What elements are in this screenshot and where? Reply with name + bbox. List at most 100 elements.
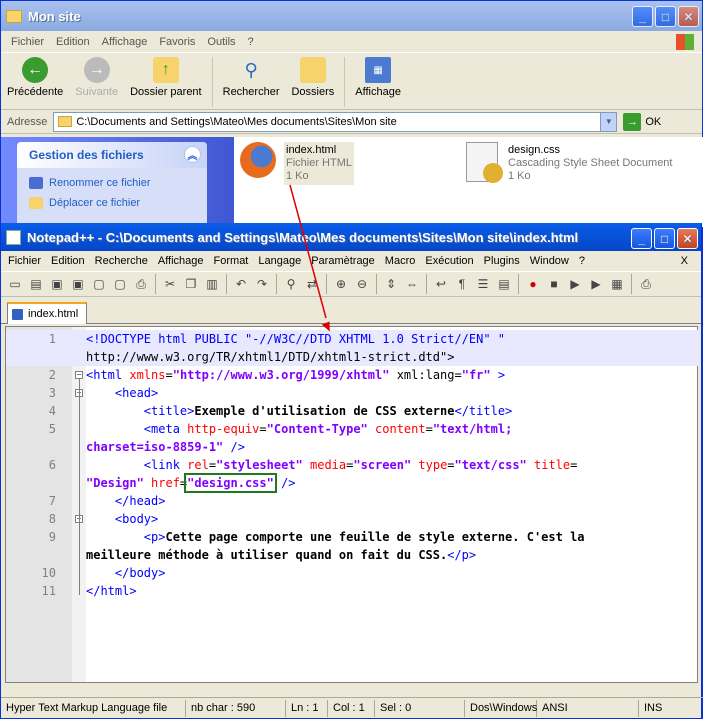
menu-item[interactable]: ? xyxy=(574,255,590,267)
menu-item[interactable]: Paramètrage xyxy=(306,255,380,267)
address-label: Adresse xyxy=(7,115,48,128)
zoom-in-icon[interactable]: ⊕ xyxy=(331,274,351,294)
copy-icon[interactable]: ❐ xyxy=(181,274,201,294)
menu-item[interactable]: Window xyxy=(525,255,574,267)
sync-h-icon[interactable]: ⇔ xyxy=(402,274,422,294)
menu-item[interactable]: ? xyxy=(242,36,260,48)
address-input[interactable]: C:\Documents and Settings\Mateo\Mes docu… xyxy=(53,111,618,132)
fold-toggle-icon[interactable]: − xyxy=(75,371,83,379)
code-text: </html> xyxy=(86,582,137,600)
zoom-out-icon[interactable]: ⊖ xyxy=(352,274,372,294)
collapse-icon[interactable]: ︽ xyxy=(184,146,201,163)
undo-icon[interactable]: ↶ xyxy=(231,274,251,294)
close-button[interactable]: ✕ xyxy=(677,228,698,249)
save-macro-icon[interactable]: ▦ xyxy=(607,274,627,294)
close-document-button[interactable]: X xyxy=(676,255,693,267)
notepadpp-window: Notepad++ - C:\Documents and Settings\Ma… xyxy=(0,223,703,719)
new-icon[interactable]: ▭ xyxy=(5,274,25,294)
code-text: charset=iso-8859-1" /> xyxy=(86,438,245,456)
play-multi-icon[interactable]: ▶ xyxy=(586,274,606,294)
file-design-css[interactable]: design.css Cascading Style Sheet Document… xyxy=(466,142,674,185)
folders-icon xyxy=(299,57,326,83)
menu-item[interactable]: Fichier xyxy=(3,255,46,267)
maximize-button[interactable]: □ xyxy=(655,6,676,27)
status-encoding: ANSI xyxy=(537,699,639,717)
menu-item[interactable]: Plugins xyxy=(479,255,525,267)
stop-icon[interactable]: ■ xyxy=(544,274,564,294)
menu-item[interactable]: Fichier xyxy=(5,36,50,48)
tasks-pane: Gestion des fichiers ︽ Renommer ce fichie… xyxy=(1,137,234,232)
menu-item[interactable]: Langage xyxy=(253,255,306,267)
menu-item[interactable]: Edition xyxy=(50,36,96,48)
menu-item[interactable]: Affichage xyxy=(96,36,154,48)
search-button[interactable]: ⚲ Rechercher xyxy=(223,57,280,99)
status-selection: Sel : 0 xyxy=(375,699,465,717)
code-text: <html xmlns="http://www.w3.org/1999/xhtm… xyxy=(86,366,505,384)
rename-file-link[interactable]: Renommer ce fichier xyxy=(17,173,207,193)
line-number: 8 xyxy=(48,512,56,526)
explorer-titlebar[interactable]: Mon site _ □ ✕ xyxy=(1,1,702,31)
print-now-icon[interactable]: ⎙ xyxy=(636,274,656,294)
toolbar-separator xyxy=(155,274,156,294)
minimize-button[interactable]: _ xyxy=(631,228,652,249)
indent-guide-icon[interactable]: ☰ xyxy=(473,274,493,294)
menu-item[interactable]: Affichage xyxy=(153,255,209,267)
file-tasks-header[interactable]: Gestion des fichiers ︽ xyxy=(17,142,207,168)
rename-label: Renommer ce fichier xyxy=(49,177,151,189)
toolbar-separator xyxy=(426,274,427,294)
go-button[interactable]: → OK xyxy=(623,112,661,131)
parent-folder-button[interactable]: ↑ Dossier parent xyxy=(130,57,202,98)
user-lang-icon[interactable]: ▤ xyxy=(494,274,514,294)
move-file-link[interactable]: Déplacer ce fichier xyxy=(17,193,207,213)
code-token: > xyxy=(490,368,506,382)
wrap-icon[interactable]: ↩ xyxy=(431,274,451,294)
maximize-button[interactable]: □ xyxy=(654,228,675,249)
chevron-down-icon[interactable]: ▼ xyxy=(600,112,617,131)
forward-button[interactable]: → Suivante xyxy=(75,57,118,98)
code-line: 5 <meta http-equiv="Content-Type" conten… xyxy=(6,420,699,438)
menu-item[interactable]: Exécution xyxy=(420,255,478,267)
open-icon[interactable]: ▤ xyxy=(26,274,46,294)
save-all-icon[interactable]: ▣ xyxy=(68,274,88,294)
toolbar-separator xyxy=(226,274,227,294)
replace-icon[interactable]: ⇄ xyxy=(302,274,322,294)
code-editor[interactable]: 1 <!DOCTYPE html PUBLIC "-//W3C//DTD XHTM… xyxy=(5,326,699,683)
toolbar-separator xyxy=(211,57,213,107)
menu-item[interactable]: Recherche xyxy=(90,255,153,267)
minimize-button[interactable]: _ xyxy=(632,6,653,27)
redo-icon[interactable]: ↷ xyxy=(252,274,272,294)
back-button[interactable]: ← Précédente xyxy=(7,57,63,98)
code-text: </head> xyxy=(86,492,166,510)
notepadpp-titlebar[interactable]: Notepad++ - C:\Documents and Settings\Ma… xyxy=(1,223,701,251)
close-icon[interactable]: ▢ xyxy=(89,274,109,294)
cut-icon[interactable]: ✂ xyxy=(160,274,180,294)
menu-item[interactable]: Format xyxy=(209,255,254,267)
find-icon[interactable]: ⚲ xyxy=(281,274,301,294)
print-icon[interactable]: ⎙ xyxy=(131,274,151,294)
file-index-html[interactable]: index.html Fichier HTML 1 Ko xyxy=(240,142,355,185)
code-token: = xyxy=(570,458,578,472)
menu-item[interactable]: Macro xyxy=(380,255,421,267)
code-text: <head> xyxy=(86,384,158,402)
code-text: http://www.w3.org/TR/xhtml1/DTD/xhtml1-s… xyxy=(86,348,454,366)
all-chars-icon[interactable]: ¶ xyxy=(452,274,472,294)
code-token: http-equiv xyxy=(187,422,260,436)
views-button[interactable]: ▦ Affichage xyxy=(355,57,401,98)
tab-index-html[interactable]: index.html xyxy=(7,302,87,324)
save-icon[interactable]: ▣ xyxy=(47,274,67,294)
record-icon[interactable]: ● xyxy=(523,274,543,294)
menu-item[interactable]: Edition xyxy=(46,255,90,267)
close-all-icon[interactable]: ▢ xyxy=(110,274,130,294)
paste-icon[interactable]: ▥ xyxy=(202,274,222,294)
code-token: content xyxy=(367,422,426,436)
close-button[interactable]: ✕ xyxy=(678,6,699,27)
sync-v-icon[interactable]: ⇕ xyxy=(381,274,401,294)
code-token: "fr" xyxy=(461,368,491,382)
views-icon: ▦ xyxy=(365,57,392,83)
line-number: 4 xyxy=(48,404,56,418)
play-icon[interactable]: ▶ xyxy=(565,274,585,294)
folders-button[interactable]: Dossiers xyxy=(291,57,334,98)
menu-item[interactable]: Outils xyxy=(201,36,241,48)
menu-item[interactable]: Favoris xyxy=(153,36,201,48)
